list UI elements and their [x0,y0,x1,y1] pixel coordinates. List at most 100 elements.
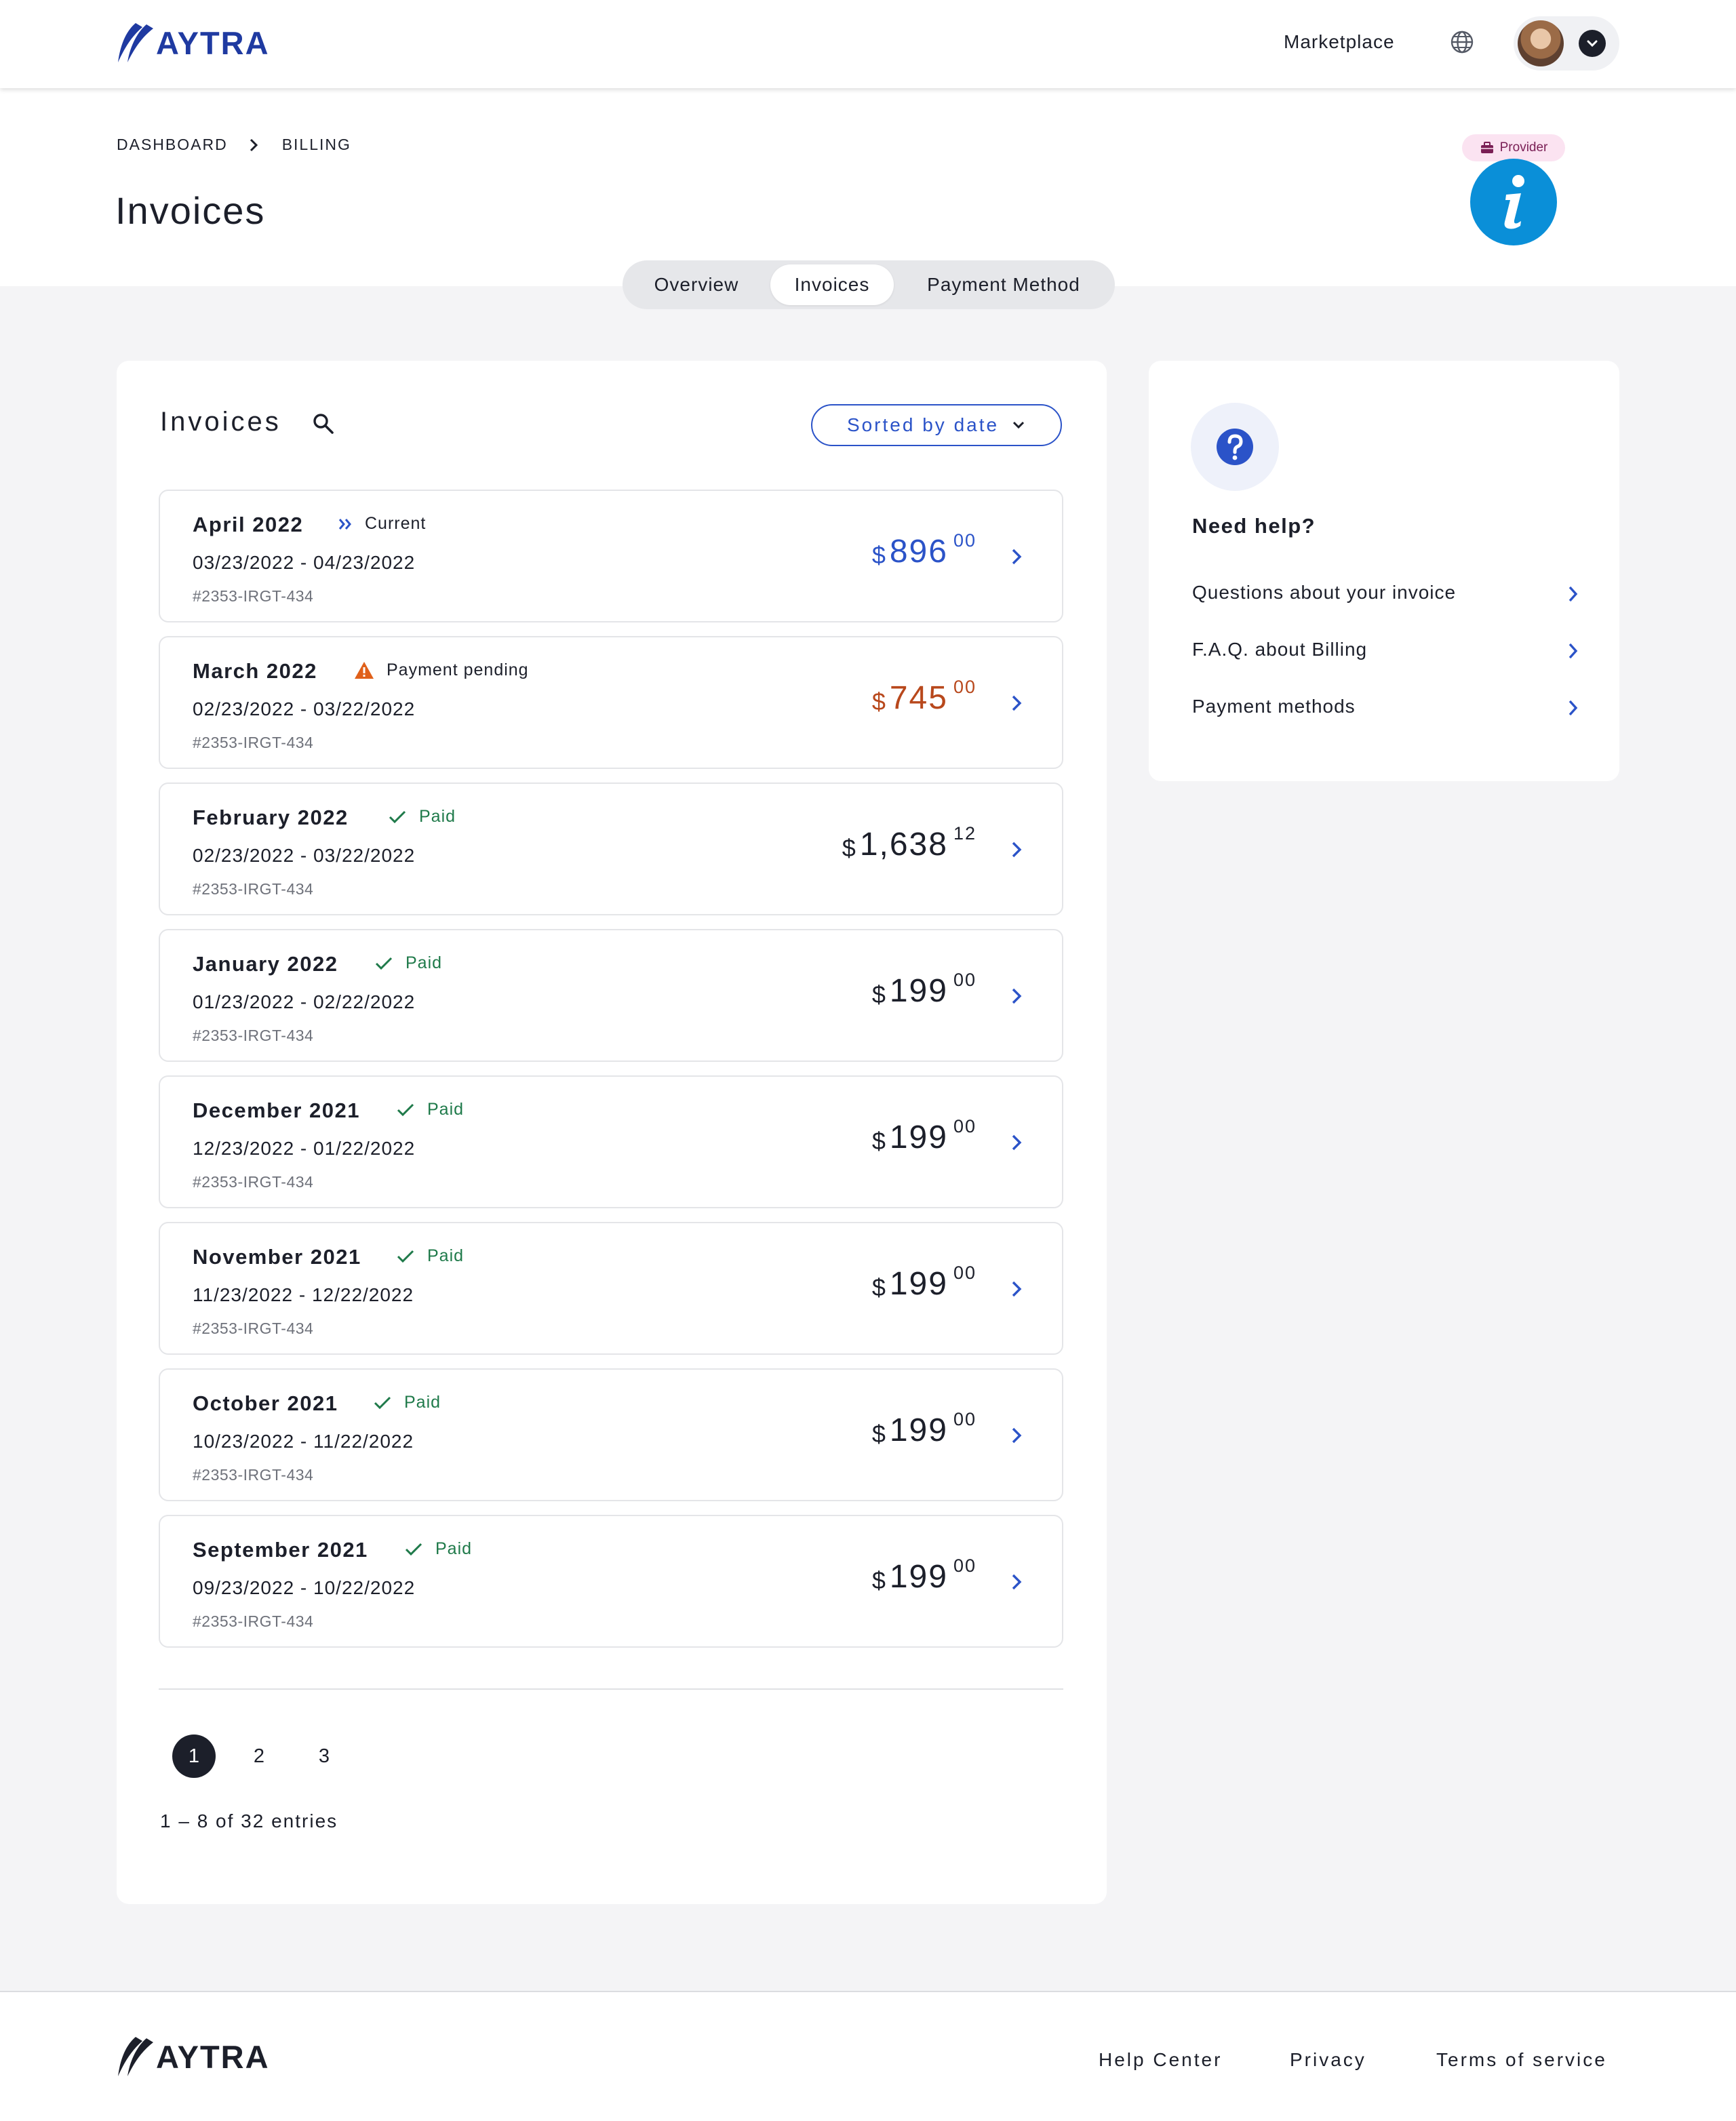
invoice-id: #2353-IRGT-434 [193,1466,314,1484]
provider-badge-label: Provider [1499,140,1548,155]
chevron-down-icon[interactable] [1579,30,1606,57]
chevron-right-icon [1569,586,1578,602]
invoice-id: #2353-IRGT-434 [193,1027,314,1044]
breadcrumb-billing[interactable]: BILLING [282,136,351,154]
invoice-status: Paid [396,1246,464,1266]
invoice-status: Paid [404,1539,472,1559]
sort-label: Sorted by date [846,414,1000,435]
amount-whole: 199 [889,1559,948,1595]
chevron-right-icon[interactable] [1010,1572,1023,1592]
chevron-right-icon[interactable] [1010,547,1023,567]
chevron-right-icon[interactable] [1010,1132,1023,1153]
amount-cents: 00 [953,677,976,697]
chevron-right-icon [1569,643,1578,659]
currency-symbol: $ [871,980,886,1008]
invoice-status-label: Paid [427,1100,465,1119]
currency-symbol: $ [871,1127,886,1155]
invoice-date-range: 12/23/2022 - 01/22/2022 [193,1138,416,1159]
user-menu[interactable] [1514,16,1619,71]
page-title: Invoices [115,189,266,232]
invoice-month: October 2021 [193,1391,338,1415]
amount-whole: 199 [889,1266,948,1302]
page-button[interactable]: 1 [172,1735,216,1778]
currency-symbol: $ [842,834,856,862]
tab-payment-method[interactable]: Payment Method [899,264,1108,305]
help-link-billing-faq[interactable]: F.A.Q. about Billing [1192,639,1579,666]
invoice-status-label: Paid [406,953,443,972]
invoice-id: #2353-IRGT-434 [193,1612,314,1630]
chevron-right-icon[interactable] [1010,693,1023,713]
invoice-status-label: Paid [419,807,456,826]
invoice-row[interactable]: January 2022 Paid 01/23/2022 - 02/22/2022 #… [159,929,1063,1062]
invoices-card-title: Invoices [160,407,281,437]
currency-symbol: $ [871,1420,886,1448]
search-icon[interactable] [312,412,335,435]
invoice-date-range: 03/23/2022 - 04/23/2022 [193,552,416,573]
avatar[interactable] [1518,20,1564,66]
marketplace-link[interactable]: Marketplace [1284,31,1395,53]
footer-privacy[interactable]: Privacy [1290,2049,1366,2071]
amount-cents: 00 [953,1409,976,1429]
chevron-right-icon[interactable] [1010,986,1023,1006]
invoice-id: #2353-IRGT-434 [193,734,314,751]
currency-symbol: $ [871,1566,886,1594]
invoice-row[interactable]: December 2021 Paid 12/23/2022 - 01/22/2022… [159,1075,1063,1208]
aytra-logo[interactable]: AYTRA [115,2034,270,2079]
chevron-right-icon [1569,700,1578,716]
info-icon[interactable] [1470,159,1557,245]
amount-cents: 00 [953,1263,976,1283]
amount-cents: 00 [953,970,976,990]
logo-wordmark: AYTRA [156,2038,270,2075]
invoices-card: Invoices Sorted by date April 2022 Curren… [117,361,1107,1904]
invoice-status: Current [338,514,426,534]
amount-cents: 00 [953,530,976,551]
invoice-status-label: Paid [427,1246,465,1265]
sort-dropdown[interactable]: Sorted by date [811,404,1062,446]
double-chevron-right-icon [338,518,351,530]
footer-terms[interactable]: Terms of service [1436,2049,1607,2071]
chevron-right-icon[interactable] [1010,839,1023,860]
invoice-row[interactable]: March 2022 Payment pending 02/23/2022 - 03… [159,636,1063,769]
amount-cents: 00 [953,1555,976,1576]
breadcrumb-dashboard[interactable]: DASHBOARD [117,136,228,154]
chevron-right-icon[interactable] [1010,1279,1023,1299]
billing-tabs: Overview Invoices Payment Method [623,260,1115,309]
amount-whole: 199 [889,1119,948,1155]
tab-invoices[interactable]: Invoices [770,264,894,305]
invoice-row[interactable]: November 2021 Paid 11/23/2022 - 12/22/2022… [159,1222,1063,1355]
chevron-right-icon[interactable] [1010,1425,1023,1446]
footer-help-center[interactable]: Help Center [1099,2049,1222,2071]
page-button[interactable]: 2 [237,1735,281,1778]
warning-icon [355,662,374,679]
invoice-status-label: Payment pending [387,660,529,679]
provider-badge: Provider [1462,134,1565,161]
divider [159,1688,1063,1690]
help-link-payment-methods[interactable]: Payment methods [1192,696,1579,723]
globe-icon[interactable] [1450,30,1474,54]
breadcrumb: DASHBOARD BILLING [117,136,351,154]
invoice-month: April 2022 [193,513,304,536]
top-bar: AYTRA Marketplace [0,0,1736,88]
invoice-status: Paid [388,807,456,827]
chevron-right-icon [250,138,258,151]
invoice-row[interactable]: September 2021 Paid 09/23/2022 - 10/22/202… [159,1515,1063,1648]
invoice-month: March 2022 [193,659,317,683]
invoice-row[interactable]: April 2022 Current 03/23/2022 - 04/23/2022… [159,490,1063,622]
help-link-invoice-questions[interactable]: Questions about your invoice [1192,582,1579,609]
invoice-row[interactable]: October 2021 Paid 10/23/2022 - 11/22/2022 #… [159,1368,1063,1501]
invoice-amount: $896 00 [872,530,976,571]
amount-whole: 199 [889,1412,948,1448]
amount-cents: 12 [953,823,976,844]
amount-whole: 199 [889,973,948,1009]
invoice-row[interactable]: February 2022 Paid 02/23/2022 - 03/22/2022… [159,782,1063,915]
amount-whole: 896 [889,534,948,570]
aytra-logo[interactable]: AYTRA [115,20,270,65]
amount-cents: 00 [953,1116,976,1136]
invoice-status: Paid [374,953,442,973]
invoice-status: Paid [396,1100,464,1119]
page-button[interactable]: 3 [302,1735,346,1778]
amount-whole: 1,638 [859,827,948,863]
invoice-status-label: Paid [404,1393,441,1412]
tab-overview[interactable]: Overview [628,264,765,305]
entries-count: 1 – 8 of 32 entries [160,1810,338,1831]
